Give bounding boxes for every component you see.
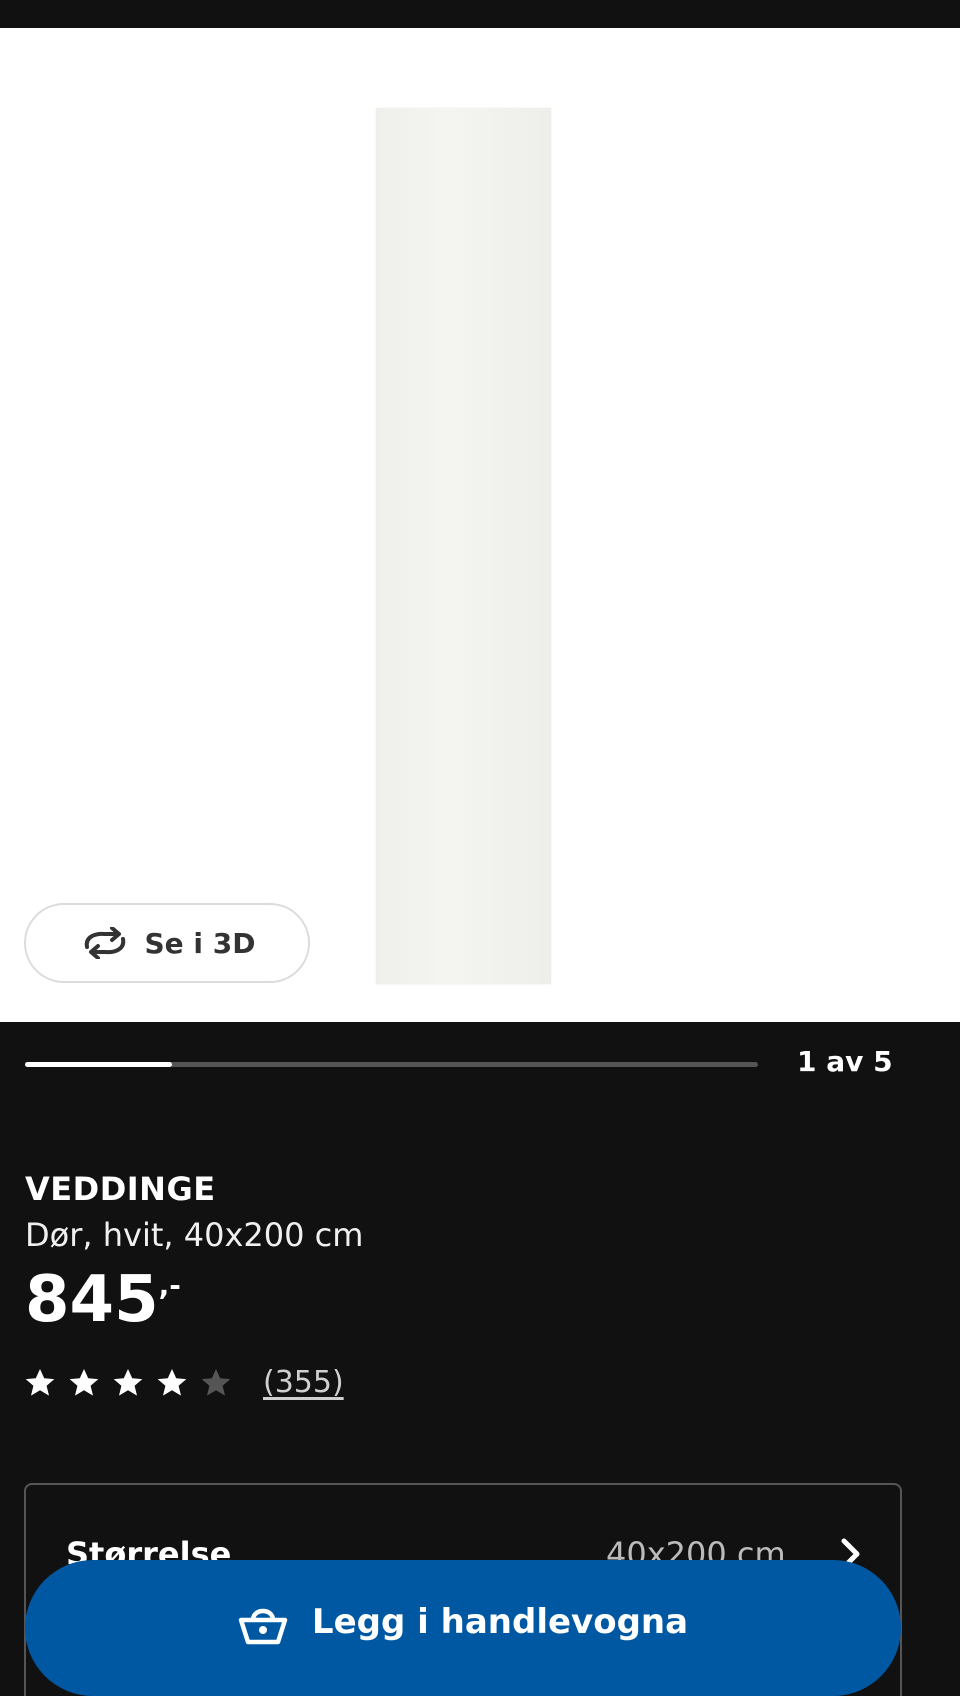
star-empty-icon — [201, 1368, 231, 1396]
product-image-door — [376, 108, 551, 984]
star-filled-icon — [157, 1368, 187, 1396]
shopping-basket-icon — [238, 1604, 288, 1650]
star-filled-icon — [113, 1368, 143, 1396]
price-integer: 845 — [25, 1263, 159, 1337]
review-count-link[interactable]: (355) — [263, 1365, 344, 1400]
product-image-gallery[interactable]: Se i 3D — [0, 28, 960, 1022]
view-in-3d-button[interactable]: Se i 3D — [24, 903, 310, 983]
product-price: 845 ,- — [25, 1268, 181, 1332]
star-filled-icon — [25, 1368, 55, 1396]
star-filled-icon — [69, 1368, 99, 1396]
gallery-progress: 1 av 5 — [0, 1022, 960, 1102]
gallery-counter: 1 av 5 — [797, 1045, 893, 1078]
add-to-cart-button[interactable]: Legg i handlevogna — [25, 1560, 901, 1696]
rating-stars — [25, 1368, 245, 1398]
view-in-3d-label: Se i 3D — [144, 926, 256, 960]
gallery-progress-track — [25, 1062, 758, 1067]
add-to-cart-label: Legg i handlevogna — [311, 1602, 689, 1642]
rating-row[interactable]: (355) — [25, 1365, 344, 1400]
product-name: VEDDINGE — [25, 1170, 216, 1208]
status-bar — [0, 0, 960, 28]
gallery-progress-fill — [25, 1062, 172, 1067]
rotate-3d-icon — [79, 927, 131, 959]
product-description: Dør, hvit, 40x200 cm — [25, 1216, 364, 1254]
price-suffix: ,- — [158, 1269, 181, 1302]
product-page: Se i 3D 1 av 5 VEDDINGE Dør, hvit, 40x20… — [0, 0, 960, 1696]
